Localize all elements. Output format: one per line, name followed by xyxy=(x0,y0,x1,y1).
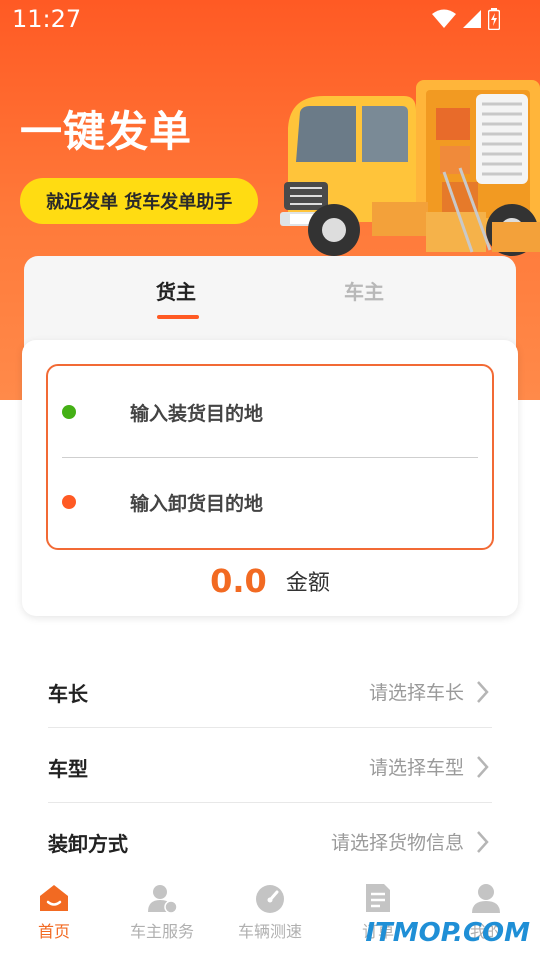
chevron-right-icon xyxy=(477,756,489,778)
tab-shipper[interactable]: 货主 xyxy=(156,276,196,305)
tabbar-speed-test[interactable]: 车辆测速 xyxy=(216,868,324,960)
hero-title: 一键发单 xyxy=(20,107,193,156)
tabbar-speed-test-label: 车辆测速 xyxy=(237,922,302,941)
tabbar-driver-service-label: 车主服务 xyxy=(129,922,194,941)
order-document-icon xyxy=(366,884,390,912)
unload-location-placeholder: 输入卸货目的地 xyxy=(130,492,264,515)
route-input-box: 输入装货目的地 输入卸货目的地 xyxy=(46,364,494,550)
amount-display: 0.0 金额 xyxy=(22,562,518,600)
route-divider xyxy=(62,457,478,458)
vehicle-length-row[interactable]: 车长 请选择车长 xyxy=(48,654,492,728)
amount-value: 0.0 xyxy=(210,562,267,600)
active-tab-indicator xyxy=(157,315,199,319)
load-location-input[interactable]: 输入装货目的地 xyxy=(48,382,492,442)
status-time: 11:27 xyxy=(12,5,82,33)
truck-illustration xyxy=(280,80,540,256)
chevron-right-icon xyxy=(477,681,489,703)
wifi-icon xyxy=(432,9,456,28)
tabbar-driver-service[interactable]: 车主服务 xyxy=(108,868,216,960)
unload-dot-icon xyxy=(62,495,76,509)
loading-method-row[interactable]: 装卸方式 请选择货物信息 xyxy=(48,804,492,878)
signal-icon xyxy=(463,10,481,28)
route-card: 输入装货目的地 输入卸货目的地 0.0 金额 xyxy=(22,340,518,616)
vehicle-length-value: 请选择车长 xyxy=(368,682,464,704)
speedometer-icon xyxy=(256,885,284,913)
profile-icon xyxy=(472,884,500,913)
loading-method-label: 装卸方式 xyxy=(48,832,128,856)
vehicle-length-label: 车长 xyxy=(48,682,88,706)
tabbar-home-label: 首页 xyxy=(37,922,70,941)
tabbar-home[interactable]: 首页 xyxy=(0,868,108,960)
home-icon xyxy=(40,885,68,911)
hero-tagline-pill: 就近发单 货车发单助手 xyxy=(20,178,259,224)
unload-location-input[interactable]: 输入卸货目的地 xyxy=(48,472,492,532)
vehicle-type-row[interactable]: 车型 请选择车型 xyxy=(48,729,492,803)
load-location-placeholder: 输入装货目的地 xyxy=(130,402,264,425)
status-bar: 11:27 xyxy=(0,0,540,40)
chevron-right-icon xyxy=(477,831,489,853)
amount-label: 金额 xyxy=(285,571,330,596)
load-dot-icon xyxy=(62,405,76,419)
watermark: ITMOP.COM xyxy=(365,918,530,948)
loading-method-value: 请选择货物信息 xyxy=(330,832,464,854)
tab-vehicle-owner[interactable]: 车主 xyxy=(344,276,384,305)
driver-service-icon xyxy=(148,885,178,914)
vehicle-type-value: 请选择车型 xyxy=(368,757,464,779)
status-icons xyxy=(432,8,500,30)
vehicle-type-label: 车型 xyxy=(48,757,88,781)
battery-icon xyxy=(488,8,500,30)
